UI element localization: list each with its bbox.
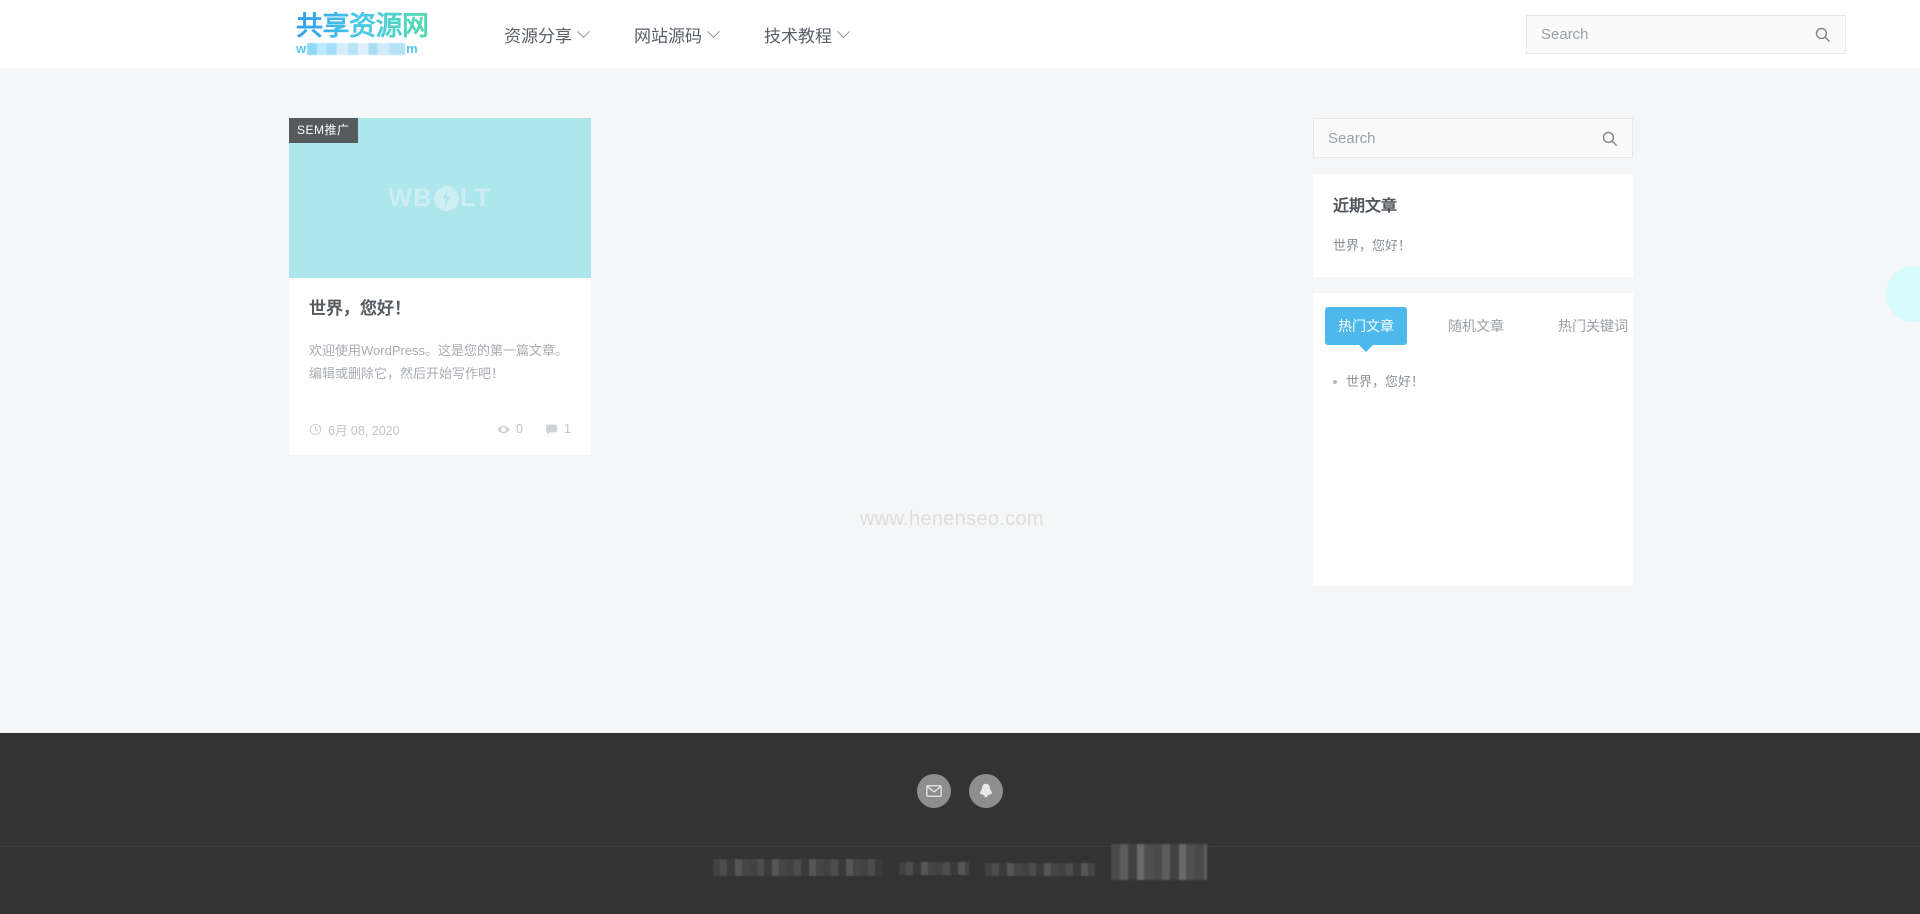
tab-row: 热门文章 随机文章 热门关键词 bbox=[1325, 306, 1628, 345]
widget-tabs: 热门文章 随机文章 热门关键词 世界，您好！ bbox=[1313, 292, 1633, 586]
footer-text-redacted-3 bbox=[985, 863, 1095, 876]
tab-label: 热门关键词 bbox=[1558, 317, 1628, 334]
widget-title: 近期文章 bbox=[1333, 198, 1398, 215]
list-item[interactable]: 世界，您好！ bbox=[1333, 371, 1617, 393]
header-search-form bbox=[1526, 14, 1846, 54]
site-header: 共享资源网 wm 资源分享 网站源码 技术教程 bbox=[0, 0, 1920, 68]
tab-label: 随机文章 bbox=[1448, 317, 1504, 334]
nav-item-tutorials[interactable]: 技术教程 bbox=[764, 22, 850, 47]
main-nav: 资源分享 网站源码 技术教程 bbox=[504, 22, 850, 47]
site-logo[interactable]: 共享资源网 wm bbox=[296, 11, 436, 56]
post-meta: 6月 08, 2020 0 1 bbox=[289, 408, 591, 455]
post-views: 0 bbox=[497, 422, 523, 436]
post-views-count: 0 bbox=[516, 422, 524, 437]
sidebar-search-input[interactable] bbox=[1328, 129, 1601, 147]
search-icon[interactable] bbox=[1601, 130, 1618, 147]
post-comments: 1 bbox=[545, 422, 571, 436]
footer-text-redacted-4 bbox=[1111, 844, 1207, 880]
sidebar-search-form bbox=[1313, 118, 1633, 158]
thumbnail-watermark: WB LT bbox=[388, 184, 491, 213]
post-excerpt: 欢迎使用WordPress。这是您的第一篇文章。编辑或删除它，然后开始写作吧！ bbox=[309, 343, 569, 381]
logo-sub-suffix: m bbox=[406, 41, 418, 57]
status-badge: SEM推广 bbox=[289, 118, 358, 143]
bolt-logo-icon bbox=[433, 185, 459, 211]
post-comments-count: 1 bbox=[564, 422, 571, 437]
chevron-down-icon bbox=[837, 24, 850, 38]
header-search-input[interactable] bbox=[1541, 25, 1814, 43]
tab-random-posts[interactable]: 随机文章 bbox=[1435, 307, 1517, 345]
post-meta-right: 0 1 bbox=[497, 422, 571, 436]
site-logo-title: 共享资源网 bbox=[296, 11, 436, 40]
post-body: 世界，您好！ 欢迎使用WordPress。这是您的第一篇文章。编辑或删除它，然后… bbox=[289, 278, 591, 386]
logo-sub-prefix: w bbox=[296, 41, 307, 57]
layout-container: SEM推广 WB LT 世界，您好！ 欢迎使用WordPress。这是您的第一篇… bbox=[0, 118, 1920, 586]
tab-label: 热门文章 bbox=[1338, 317, 1394, 334]
thumbnail-watermark-text-2: LT bbox=[459, 183, 492, 212]
comment-icon bbox=[546, 424, 557, 435]
footer-text-redacted-2 bbox=[899, 862, 969, 875]
footer-text-redacted-1 bbox=[713, 859, 883, 876]
widget-recent-posts: 近期文章 世界，您好！ bbox=[1313, 174, 1633, 277]
tab-hot-keywords[interactable]: 热门关键词 bbox=[1545, 307, 1641, 345]
nav-item-source-code[interactable]: 网站源码 bbox=[634, 22, 720, 47]
content-column: SEM推广 WB LT 世界，您好！ 欢迎使用WordPress。这是您的第一篇… bbox=[289, 118, 1304, 455]
footer-bottom bbox=[0, 808, 1920, 880]
eye-icon bbox=[497, 425, 510, 433]
post-thumbnail[interactable]: SEM推广 WB LT bbox=[289, 118, 591, 278]
social-link-qq[interactable] bbox=[969, 774, 1003, 808]
social-link-email[interactable] bbox=[917, 774, 951, 808]
post-date: 6月 08, 2020 bbox=[309, 420, 400, 439]
recent-post-link[interactable]: 世界，您好！ bbox=[1333, 236, 1613, 257]
site-footer bbox=[0, 733, 1920, 914]
logo-sub-redacted bbox=[307, 42, 406, 55]
post-title[interactable]: 世界，您好！ bbox=[309, 298, 571, 320]
qq-icon bbox=[980, 783, 992, 798]
nav-item-label: 技术教程 bbox=[764, 26, 832, 46]
nav-item-label: 网站源码 bbox=[634, 26, 702, 46]
thumbnail-watermark-text-1: WB bbox=[388, 183, 433, 212]
tab-panel: 世界，您好！ bbox=[1325, 345, 1621, 393]
chevron-down-icon bbox=[577, 24, 590, 38]
nav-item-resources[interactable]: 资源分享 bbox=[504, 22, 590, 47]
chevron-down-icon bbox=[707, 24, 720, 38]
sidebar: 近期文章 世界，您好！ 热门文章 随机文章 热门关键词 世界，您好！ bbox=[1313, 118, 1633, 586]
social-links bbox=[0, 733, 1920, 808]
post-date-label: 6月 08, 2020 bbox=[328, 423, 400, 438]
post-meta-left: 6月 08, 2020 bbox=[309, 420, 400, 439]
site-logo-subtitle: wm bbox=[296, 41, 436, 56]
clock-icon bbox=[309, 423, 322, 435]
tab-hot-posts[interactable]: 热门文章 bbox=[1325, 306, 1407, 345]
search-icon[interactable] bbox=[1814, 26, 1831, 43]
nav-item-label: 资源分享 bbox=[504, 26, 572, 46]
page-body: www.henenseo.com SEM推广 WB LT 世界，您好！ 欢迎使用… bbox=[0, 68, 1920, 733]
post-card: SEM推广 WB LT 世界，您好！ 欢迎使用WordPress。这是您的第一篇… bbox=[289, 118, 591, 455]
header-inner: 共享资源网 wm 资源分享 网站源码 技术教程 bbox=[0, 0, 1920, 68]
email-icon bbox=[926, 785, 942, 797]
footer-divider bbox=[0, 846, 1920, 847]
